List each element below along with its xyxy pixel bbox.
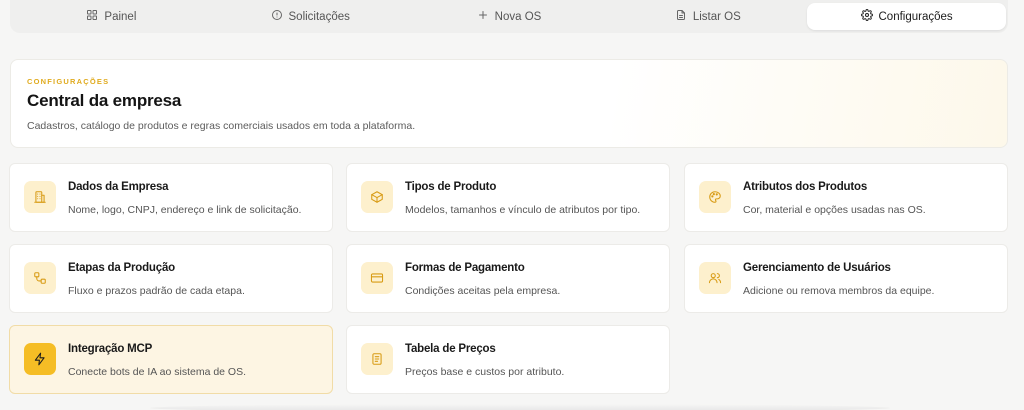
card-title: Gerenciamento de Usuários <box>743 262 891 274</box>
workflow-icon <box>24 262 56 294</box>
card-integracao-mcp[interactable]: Integração MCP Conecte bots de IA ao sis… <box>9 325 333 394</box>
top-tab-bar: Painel Solicitações Nova OS Listar OS Co… <box>10 0 1008 33</box>
section-eyebrow: CONFIGURAÇÕES <box>27 77 110 86</box>
card-title: Dados da Empresa <box>68 181 169 193</box>
scroll-shadow <box>150 404 890 410</box>
card-gerenciamento-usuarios[interactable]: Gerenciamento de Usuários Adicione ou re… <box>684 244 1008 313</box>
tab-label: Nova OS <box>494 10 542 23</box>
card-description: Cor, material e opções usadas nas OS. <box>743 204 926 216</box>
card-atributos-produtos[interactable]: Atributos dos Produtos Cor, material e o… <box>684 163 1008 232</box>
plus-icon <box>477 9 489 24</box>
card-description: Condições aceitas pela empresa. <box>405 285 561 297</box>
tab-painel[interactable]: Painel <box>12 3 211 30</box>
card-etapas-producao[interactable]: Etapas da Produção Fluxo e prazos padrão… <box>9 244 333 313</box>
card-title: Integração MCP <box>68 343 153 355</box>
card-description: Modelos, tamanhos e vínculo de atributos… <box>405 204 641 216</box>
tab-listar-os[interactable]: Listar OS <box>608 3 807 30</box>
card-tabela-precos[interactable]: Tabela de Preços Preços base e custos po… <box>346 325 670 394</box>
card-description: Conecte bots de IA ao sistema de OS. <box>68 366 247 378</box>
card-description: Fluxo e prazos padrão de cada etapa. <box>68 285 245 297</box>
lightning-icon <box>24 343 56 375</box>
card-formas-pagamento[interactable]: Formas de Pagamento Condições aceitas pe… <box>346 244 670 313</box>
tab-solicitacoes[interactable]: Solicitações <box>211 3 410 30</box>
receipt-icon <box>361 343 393 375</box>
tab-label: Listar OS <box>692 10 741 23</box>
card-description: Preços base e custos por atributo. <box>405 366 565 378</box>
palette-icon <box>699 181 731 213</box>
tab-label: Solicitações <box>288 10 350 23</box>
page-subtitle: Cadastros, catálogo de produtos e regras… <box>27 120 416 132</box>
tab-label: Configurações <box>878 10 953 23</box>
settings-header-card: CONFIGURAÇÕES Central da empresa Cadastr… <box>10 59 1008 148</box>
card-title: Formas de Pagamento <box>405 262 525 274</box>
card-description: Adicione ou remova membros da equipe. <box>743 285 935 297</box>
card-dados-empresa[interactable]: Dados da Empresa Nome, logo, CNPJ, ender… <box>9 163 333 232</box>
tab-label: Painel <box>104 10 137 23</box>
tab-configuracoes[interactable]: Configurações <box>807 3 1006 30</box>
card-title: Etapas da Produção <box>68 262 175 274</box>
credit-card-icon <box>361 262 393 294</box>
card-tipos-produto[interactable]: Tipos de Produto Modelos, tamanhos e vín… <box>346 163 670 232</box>
tab-nova-os[interactable]: Nova OS <box>410 3 609 30</box>
page-title: Central da empresa <box>27 91 182 110</box>
box-icon <box>361 181 393 213</box>
users-icon <box>699 262 731 294</box>
card-title: Tabela de Preços <box>405 343 496 355</box>
card-description: Nome, logo, CNPJ, endereço e link de sol… <box>68 204 302 216</box>
card-title: Tipos de Produto <box>405 181 497 193</box>
document-list-icon <box>675 9 687 24</box>
grid-icon <box>86 9 98 24</box>
gear-icon <box>860 9 873 24</box>
alert-circle-icon <box>271 9 283 24</box>
card-title: Atributos dos Produtos <box>743 181 868 193</box>
building-icon <box>24 181 56 213</box>
